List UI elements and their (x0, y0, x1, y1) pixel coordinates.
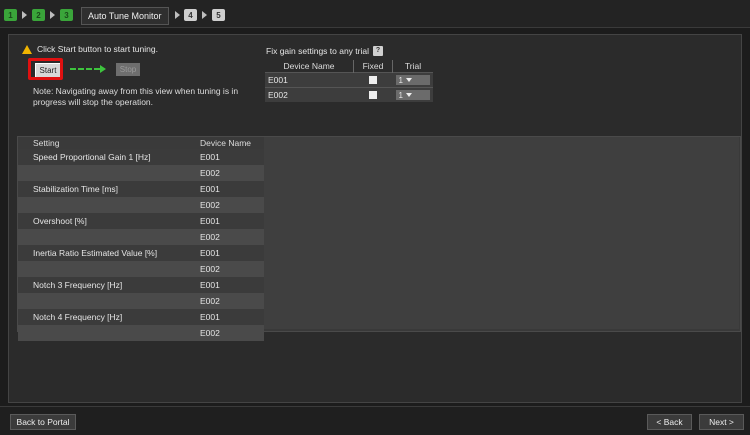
table-row: Overshoot [%] E001 (18, 213, 264, 229)
device-cell: E002 (185, 293, 264, 309)
fixed-checkbox[interactable] (369, 91, 377, 99)
setting-cell: Stabilization Time [ms] (18, 181, 185, 197)
device-cell: E001 (185, 277, 264, 293)
navigation-note: Note: Navigating away from this view whe… (33, 86, 239, 107)
device-cell: E002 (185, 325, 264, 341)
table-row: E002 (18, 261, 264, 277)
stop-button[interactable]: Stop (116, 63, 140, 76)
setting-cell: Overshoot [%] (18, 213, 185, 229)
setting-header: Setting (18, 137, 185, 149)
table-row: Inertia Ratio Estimated Value [%] E001 (18, 245, 264, 261)
device-cell: E001 (265, 72, 354, 88)
device-cell: E001 (185, 213, 264, 229)
help-icon[interactable]: ? (373, 46, 383, 56)
start-highlight (28, 58, 63, 80)
arrow-head-icon (100, 65, 106, 73)
table-row: Stabilization Time [ms] E001 (18, 181, 264, 197)
table-row: E002 (18, 229, 264, 245)
column-header: Fixed (353, 60, 393, 73)
back-button[interactable]: < Back (647, 414, 692, 430)
setting-cell: Inertia Ratio Estimated Value [%] (18, 245, 185, 261)
instruction: Click Start button to start tuning. (22, 44, 158, 54)
chevron-right-icon (50, 11, 55, 19)
device-cell: E001 (185, 149, 264, 165)
device-cell: E001 (185, 181, 264, 197)
setting-cell (18, 229, 185, 245)
fix-gain-title-text: Fix gain settings to any trial (266, 46, 369, 56)
dropdown-icon (405, 93, 412, 97)
fix-gain-title: Fix gain settings to any trial ? (266, 46, 383, 56)
device-cell: E001 (185, 245, 264, 261)
setting-cell: Speed Proportional Gain 1 [Hz] (18, 149, 185, 165)
device-cell: E002 (265, 87, 354, 102)
dashed-arrow-icon (70, 68, 100, 70)
warning-icon (22, 44, 32, 54)
instruction-text: Click Start button to start tuning. (37, 44, 158, 54)
table-row: E001 1 (265, 72, 433, 88)
step-3-button[interactable]: 3 (60, 9, 73, 21)
table-row: E002 (18, 197, 264, 213)
trial-value: 1 (398, 75, 403, 85)
device-header: Device Name (185, 137, 264, 149)
fixed-cell (353, 87, 393, 102)
trial-cell: 1 (392, 72, 433, 88)
step-1-button[interactable]: 1 (4, 9, 17, 21)
table-row: Notch 3 Frequency [Hz] E001 (18, 277, 264, 293)
setting-cell: Notch 4 Frequency [Hz] (18, 309, 185, 325)
setting-cell (18, 197, 185, 213)
chevron-right-icon (175, 11, 180, 19)
trial-select[interactable]: 1 (395, 75, 430, 85)
device-cell: E002 (185, 229, 264, 245)
wizard-breadcrumb: 1 2 3 Auto Tune Monitor 4 5 (0, 0, 750, 28)
column-header: Device Name (265, 60, 354, 73)
current-step-label: Auto Tune Monitor (81, 7, 169, 25)
column-header: Trial (392, 60, 433, 73)
fix-gain-table: Device Name Fixed Trial E001 1 E002 1 (265, 60, 433, 102)
fixed-checkbox[interactable] (369, 76, 377, 84)
trial-cell: 1 (392, 87, 433, 102)
setting-cell (18, 165, 185, 181)
setting-cell (18, 293, 185, 309)
setting-cell (18, 261, 185, 277)
dropdown-icon (405, 78, 412, 82)
chevron-right-icon (22, 11, 27, 19)
table-row: Speed Proportional Gain 1 [Hz] E001 (18, 149, 264, 165)
chevron-right-icon (202, 11, 207, 19)
device-cell: E002 (185, 197, 264, 213)
results-area (262, 137, 739, 329)
trial-value: 1 (398, 90, 403, 100)
footer-bar: Back to Portal < Back Next > (0, 406, 750, 435)
table-row: E002 1 (265, 87, 433, 102)
settings-table: Setting Device Name Speed Proportional G… (18, 137, 264, 341)
step-2-button[interactable]: 2 (32, 9, 45, 21)
table-row: E002 (18, 293, 264, 309)
device-cell: E001 (185, 309, 264, 325)
setting-cell (18, 325, 185, 341)
fixed-cell (353, 72, 393, 88)
device-cell: E002 (185, 165, 264, 181)
device-cell: E002 (185, 261, 264, 277)
table-row: E002 (18, 165, 264, 181)
back-to-portal-button[interactable]: Back to Portal (10, 414, 76, 430)
trial-select[interactable]: 1 (395, 90, 430, 100)
table-row: E002 (18, 325, 264, 341)
step-4-button[interactable]: 4 (184, 9, 197, 21)
next-button[interactable]: Next > (699, 414, 744, 430)
setting-cell: Notch 3 Frequency [Hz] (18, 277, 185, 293)
step-5-button[interactable]: 5 (212, 9, 225, 21)
table-row: Notch 4 Frequency [Hz] E001 (18, 309, 264, 325)
